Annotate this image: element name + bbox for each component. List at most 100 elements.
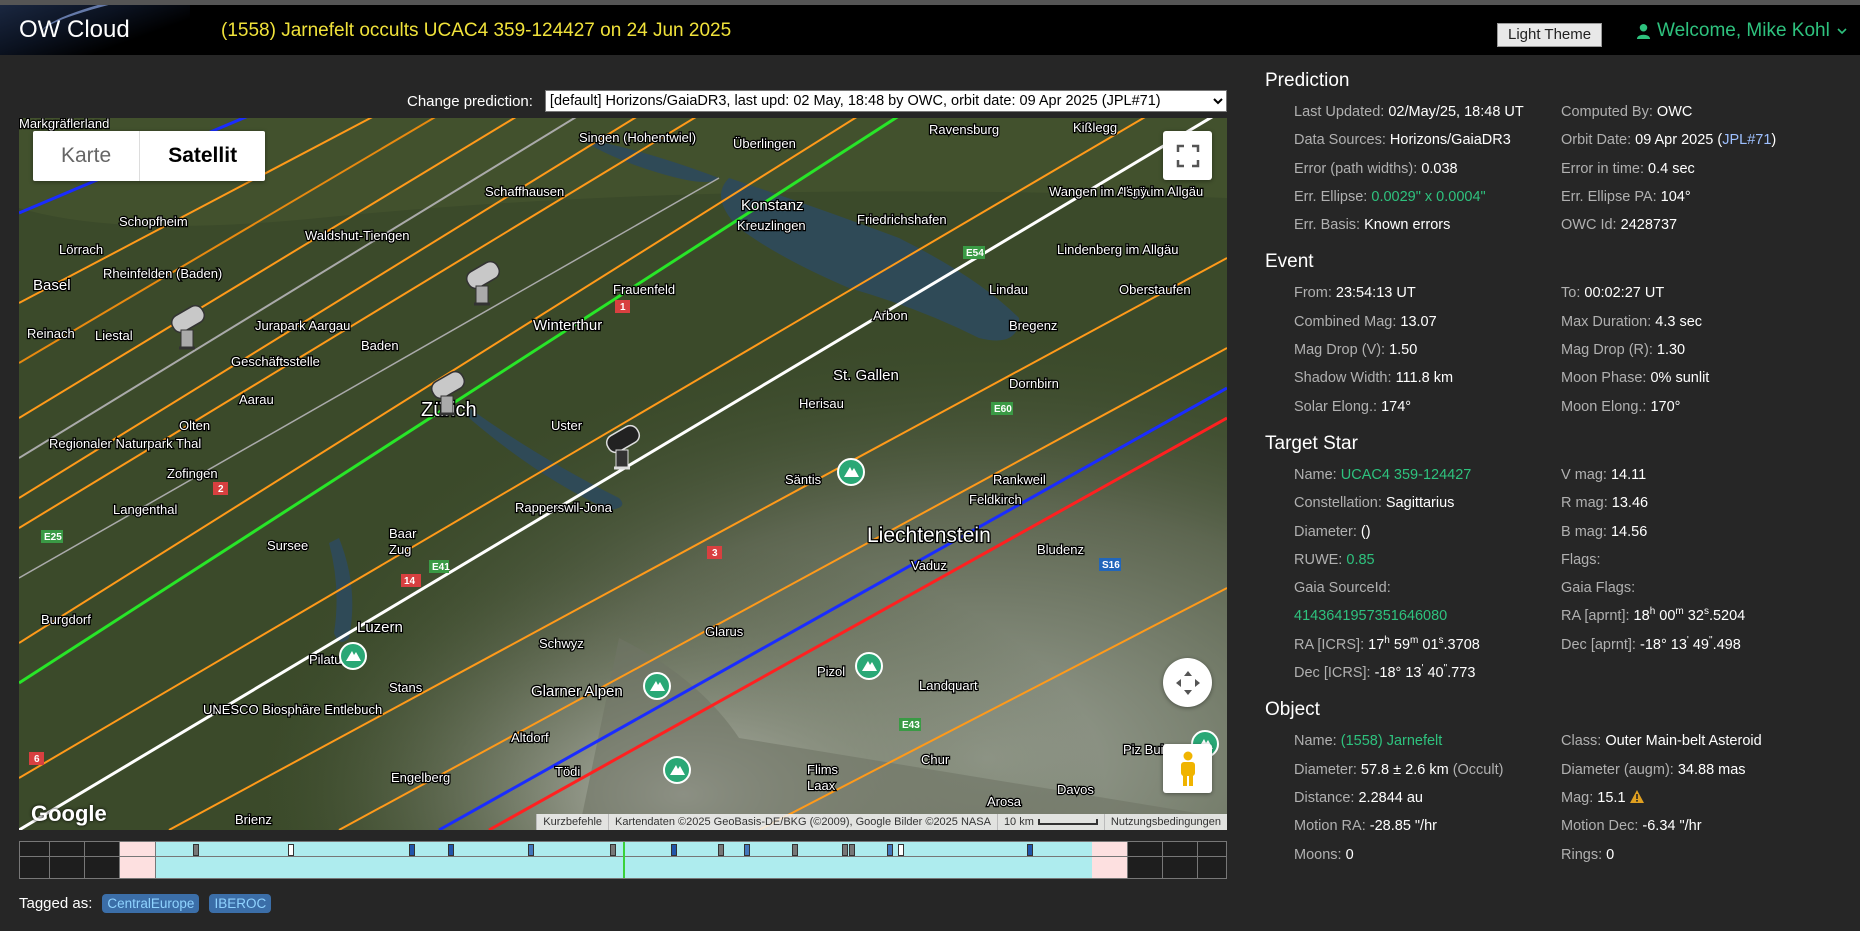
light-theme-button[interactable]: Light Theme bbox=[1497, 23, 1603, 47]
fullscreen-button[interactable] bbox=[1163, 131, 1212, 180]
field-value: ) bbox=[1771, 132, 1777, 149]
scale-bar[interactable]: 10 km bbox=[996, 814, 1104, 830]
timeline-marker[interactable] bbox=[718, 844, 724, 856]
event-from: From: 23:54:13 UT bbox=[1265, 279, 1561, 307]
map-type-karte-button[interactable]: Karte bbox=[33, 131, 141, 181]
v-mag: V mag: 14.11 bbox=[1561, 461, 1855, 489]
telescope-icon[interactable] bbox=[169, 303, 207, 350]
last-updated: Last Updated: 02/May/25, 18:48 UT bbox=[1265, 98, 1561, 126]
field-value: 00:02:27 UT bbox=[1584, 285, 1665, 302]
timeline-marker[interactable] bbox=[792, 844, 798, 856]
timeline-marker[interactable] bbox=[610, 844, 616, 856]
field-value: 170° bbox=[1650, 398, 1681, 415]
telescope-icon[interactable] bbox=[464, 259, 502, 306]
pan-control-button[interactable] bbox=[1163, 658, 1212, 707]
field-label: Combined Mag: bbox=[1294, 313, 1397, 330]
telescope-icon[interactable] bbox=[429, 369, 467, 416]
field-label: Distance: bbox=[1294, 789, 1355, 806]
object-diameter: Diameter: 57.8 ± 2.6 km (Occult) bbox=[1265, 756, 1561, 784]
user-menu[interactable]: Welcome, Mike Kohl bbox=[1636, 20, 1848, 42]
timeline-marker[interactable] bbox=[671, 844, 677, 856]
scale-label: 10 km bbox=[1003, 816, 1034, 828]
event-to: To: 00:02:27 UT bbox=[1561, 279, 1855, 307]
mountain-marker-icon[interactable] bbox=[643, 672, 671, 700]
info-panel: Prediction Last Updated: 02/May/25, 18:4… bbox=[1265, 70, 1855, 881]
timeline-cell bbox=[50, 842, 85, 878]
fullscreen-icon bbox=[1176, 144, 1199, 167]
field-label: Rings: bbox=[1561, 846, 1603, 863]
flags: Flags: bbox=[1561, 546, 1855, 574]
prediction-select[interactable]: [default] Horizons/GaiaDR3, last upd: 02… bbox=[544, 90, 1227, 112]
timeline-strip[interactable] bbox=[19, 841, 1227, 879]
field-value: 01 bbox=[1422, 636, 1439, 653]
timeline-marker[interactable] bbox=[887, 844, 893, 856]
timeline-marker[interactable] bbox=[448, 844, 454, 856]
field-label: Orbit Date: bbox=[1561, 132, 1632, 149]
dec-icrs: Dec [ICRS]: -18° 13' 40".773 bbox=[1294, 663, 1476, 682]
logo[interactable]: OW Cloud bbox=[0, 5, 190, 55]
field-label: Name: bbox=[1294, 466, 1337, 483]
timeline-marker[interactable] bbox=[849, 844, 855, 856]
tag-central-europe[interactable]: CentralEurope bbox=[102, 894, 200, 913]
field-label: Moon Elong.: bbox=[1561, 398, 1647, 415]
err-ellipse-link[interactable]: 0.0029" x 0.0004" bbox=[1371, 189, 1485, 205]
timeline-marker[interactable] bbox=[898, 844, 904, 856]
mountain-marker-icon[interactable] bbox=[339, 642, 367, 670]
timeline-marker[interactable] bbox=[409, 844, 415, 856]
field-value: Outer Main-belt Asteroid bbox=[1605, 733, 1762, 750]
terms-link[interactable]: Nutzungsbedingungen bbox=[1103, 814, 1227, 830]
mountain-marker-icon[interactable] bbox=[663, 756, 691, 784]
field-value: -18° 13 bbox=[1374, 665, 1422, 682]
data-sources: Data Sources: Horizons/GaiaDR3 bbox=[1265, 126, 1561, 154]
mountain-marker-icon[interactable] bbox=[855, 652, 883, 680]
field-value: 0% sunlit bbox=[1650, 370, 1710, 387]
map-type-satellite-button[interactable]: Satellit bbox=[140, 131, 265, 181]
jpl-link[interactable]: JPL#71 bbox=[1722, 132, 1771, 148]
timeline-marker[interactable] bbox=[1027, 844, 1033, 856]
field-label: Moons: bbox=[1294, 846, 1342, 863]
timeline-marker[interactable] bbox=[528, 844, 534, 856]
timeline-marker[interactable] bbox=[842, 844, 848, 856]
field-label: RUWE: bbox=[1294, 551, 1343, 568]
keyboard-shortcuts-link[interactable]: Kurzbefehle bbox=[536, 814, 608, 830]
field-value: 02/May/25, 18:48 UT bbox=[1388, 104, 1524, 120]
gaia-source-link[interactable]: 4143641957351646080 bbox=[1294, 608, 1447, 624]
field-label: Diameter: bbox=[1294, 761, 1357, 778]
field-label: Err. Ellipse PA: bbox=[1561, 188, 1657, 205]
timeline-marker[interactable] bbox=[288, 844, 294, 856]
mag-drop-v: Mag Drop (V): 1.50 bbox=[1265, 336, 1561, 364]
event-section: Event From: 23:54:13 UT To: 00:02:27 UT … bbox=[1265, 251, 1855, 420]
timeline-cell bbox=[1163, 842, 1198, 878]
field-label: Computed By: bbox=[1561, 104, 1653, 120]
field-value: 1.50 bbox=[1389, 342, 1418, 359]
field-label: Mag Drop (R): bbox=[1561, 342, 1653, 359]
star-name-link[interactable]: UCAC4 359-124427 bbox=[1341, 467, 1472, 483]
timeline-cell bbox=[85, 842, 120, 878]
field-label: Dec [aprnt]: bbox=[1561, 636, 1636, 653]
tag-iberoc[interactable]: IBEROC bbox=[209, 894, 272, 913]
field-label: RA [ICRS]: bbox=[1294, 636, 1365, 653]
timeline-marker[interactable] bbox=[744, 844, 750, 856]
field-value: 0 bbox=[1606, 846, 1615, 863]
field-value: 18 bbox=[1633, 608, 1650, 625]
mountain-marker-icon[interactable] bbox=[837, 458, 865, 486]
field-label: Error in time: bbox=[1561, 160, 1644, 177]
field-label: Name: bbox=[1294, 733, 1337, 750]
object-name-link[interactable]: (1558) Jarnefelt bbox=[1341, 733, 1443, 749]
street-view-button[interactable] bbox=[1163, 744, 1212, 793]
star-name: Name: UCAC4 359-124427 bbox=[1265, 461, 1561, 489]
timeline-marker[interactable] bbox=[193, 844, 199, 856]
timeline-cell-pink bbox=[120, 842, 156, 878]
map[interactable]: Markgräflerland Schopfheim Lörrach Basel… bbox=[19, 118, 1227, 830]
field-label: Err. Ellipse: bbox=[1294, 188, 1368, 205]
field-value: 15.1 bbox=[1597, 789, 1626, 806]
warning-icon[interactable] bbox=[1629, 789, 1644, 803]
ra-icrs: RA [ICRS]: 17h 59m 01s.3708 bbox=[1294, 634, 1480, 653]
field-value: 00 bbox=[1659, 608, 1676, 625]
field-label: Class: bbox=[1561, 733, 1602, 750]
map-type-control: Karte Satellit bbox=[33, 131, 266, 181]
field-value: Horizons/GaiaDR3 bbox=[1389, 132, 1511, 149]
prediction-heading: Prediction bbox=[1265, 70, 1350, 91]
field-label: Flags: bbox=[1561, 551, 1601, 568]
telescope-icon[interactable] bbox=[604, 423, 642, 470]
